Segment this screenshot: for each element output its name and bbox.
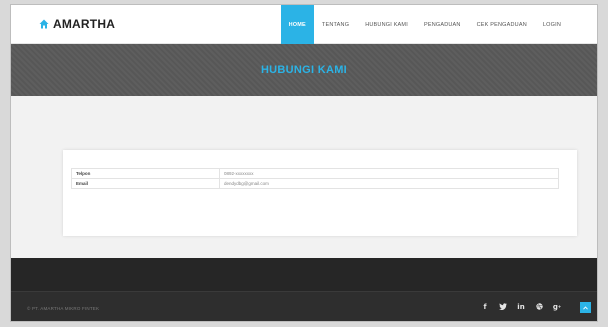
linkedin-icon[interactable]: in (517, 302, 525, 311)
google-plus-icon[interactable]: g + (553, 302, 561, 311)
footer-bar: © PT. AMARTHA MIKRO FINTEK f in g + (11, 291, 597, 321)
brand-name: AMARTHA (53, 17, 116, 31)
main-content: Telpon 0892-xxxxxxxx Email dendydbg@gmai… (11, 96, 597, 258)
chevron-up-icon (583, 305, 588, 310)
back-to-top-button[interactable] (580, 302, 591, 313)
home-icon (39, 19, 49, 29)
browser-viewport: AMARTHA HOME TENTANG HUBUNGI KAMI PENGAD… (10, 4, 598, 322)
contact-value: dendydbg@gmail.com (219, 178, 559, 189)
page-header-banner: HUBUNGI KAMI (11, 44, 597, 96)
nav-item-home[interactable]: HOME (280, 5, 314, 44)
facebook-icon[interactable]: f (481, 302, 489, 311)
page-title: HUBUNGI KAMI (260, 64, 348, 76)
contact-card: Telpon 0892-xxxxxxxx Email dendydbg@gmai… (63, 150, 577, 236)
footer-widgets (11, 258, 597, 291)
contact-label: Telpon (71, 168, 220, 179)
contact-label: Email (71, 178, 220, 189)
main-nav: HOME TENTANG HUBUNGI KAMI PENGADUAN CEK … (280, 5, 569, 44)
dribbble-icon[interactable] (535, 302, 543, 311)
brand-logo[interactable]: AMARTHA (39, 17, 115, 31)
contact-table: Telpon 0892-xxxxxxxx Email dendydbg@gmai… (71, 168, 559, 189)
navbar: AMARTHA HOME TENTANG HUBUNGI KAMI PENGAD… (11, 5, 597, 44)
table-row: Telpon 0892-xxxxxxxx (71, 168, 559, 179)
social-links: f in g + (481, 302, 561, 311)
table-row: Email dendydbg@gmail.com (71, 178, 559, 189)
nav-item-login[interactable]: LOGIN (535, 5, 569, 44)
nav-item-hubungi-kami[interactable]: HUBUNGI KAMI (357, 5, 416, 44)
nav-item-tentang[interactable]: TENTANG (314, 5, 357, 44)
twitter-icon[interactable] (499, 302, 507, 311)
nav-item-cek-pengaduan[interactable]: CEK PENGADUAN (469, 5, 535, 44)
contact-value: 0892-xxxxxxxx (219, 168, 559, 179)
copyright-text: © PT. AMARTHA MIKRO FINTEK (27, 306, 100, 311)
nav-item-pengaduan[interactable]: PENGADUAN (416, 5, 469, 44)
